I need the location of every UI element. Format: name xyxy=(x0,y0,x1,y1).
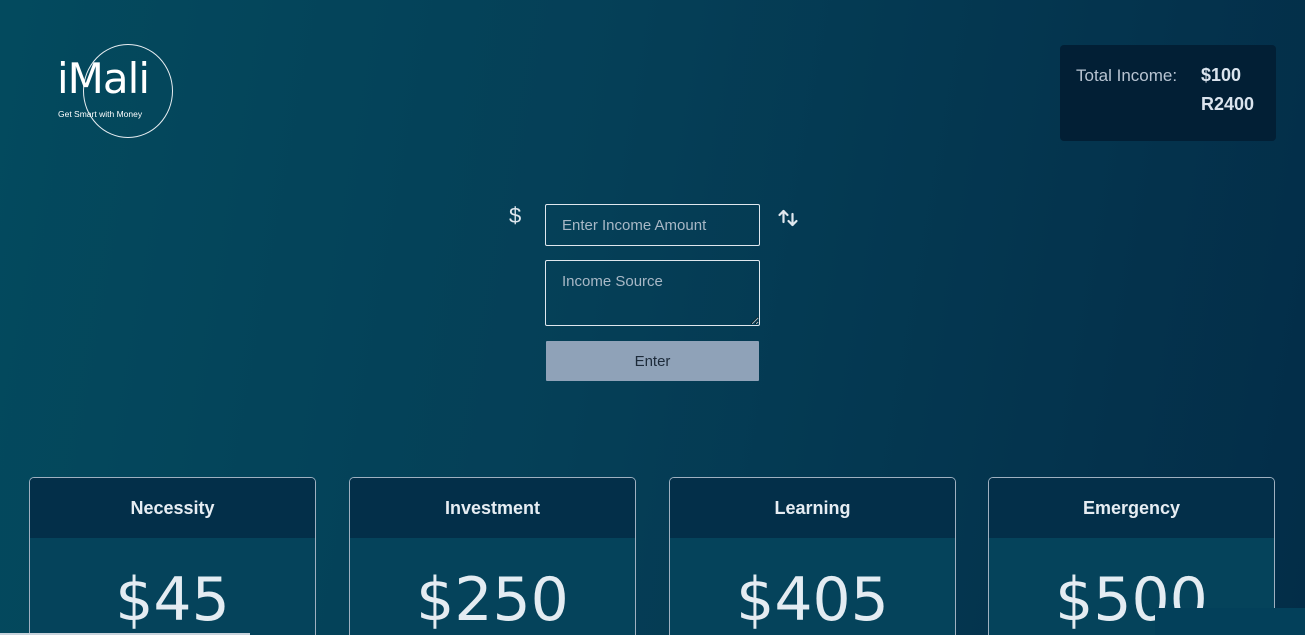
investment-card: Investment $250 xyxy=(349,477,636,635)
swap-vertical-icon[interactable] xyxy=(777,207,799,229)
card-title: Necessity xyxy=(30,478,315,538)
corner-overlay xyxy=(1155,608,1305,635)
card-title: Emergency xyxy=(989,478,1274,538)
currency-symbol: $ xyxy=(509,203,522,228)
card-title: Investment xyxy=(350,478,635,538)
enter-button[interactable]: Enter xyxy=(546,341,759,381)
logo-name: iMali xyxy=(57,54,150,103)
income-source-input[interactable] xyxy=(545,260,760,326)
total-income-zar: R2400 xyxy=(1201,94,1255,114)
card-amount: $405 xyxy=(736,565,889,635)
learning-card: Learning $405 xyxy=(669,477,956,635)
income-amount-input[interactable] xyxy=(545,204,760,246)
total-income-label: Total Income: xyxy=(1076,66,1178,85)
total-income-card: Total Income: $100 R2400 xyxy=(1060,45,1276,141)
card-title: Learning xyxy=(670,478,955,538)
logo[interactable]: iMali Get Smart with Money xyxy=(55,44,173,140)
card-amount: $250 xyxy=(416,565,569,635)
necessity-card: Necessity $45 xyxy=(29,477,316,635)
total-income-usd: $100 xyxy=(1201,65,1242,85)
card-amount: $45 xyxy=(115,565,230,635)
logo-tagline: Get Smart with Money xyxy=(58,109,143,119)
